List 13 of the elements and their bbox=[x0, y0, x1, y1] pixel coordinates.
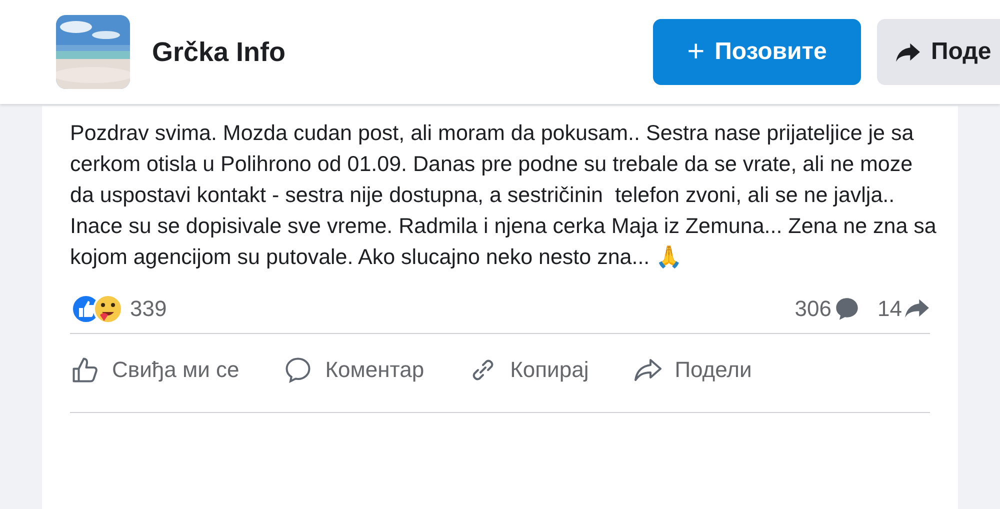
like-icon bbox=[70, 355, 100, 385]
reaction-count: 339 bbox=[130, 296, 167, 322]
invite-button[interactable]: + Позовите bbox=[653, 19, 861, 85]
post-text: Pozdrav svima. Mozda cudan post, ali moram da pokusam.. Sestra nase prijateljice je sa cerkom otisla u Polihrono od 01.09. Danas pre podne su trebale da se vrate, ali ne moze da uspostavi kontakt - sestra nije dostupna, a sestričinin telefon zvoni, ali se ne javlja.. Inace su se dopisivale sve vreme. Radmila i njena cerka Maja iz Zemuna... Zena ne zna sa kojom agencijom su putovale. Ako slucajno neko nesto zna... 🙏 bbox=[70, 120, 938, 271]
share-count: 14 bbox=[878, 296, 902, 322]
comment-button[interactable]: Коментар bbox=[283, 355, 424, 385]
like-button[interactable]: Свиђа ми се bbox=[70, 355, 240, 385]
share-button[interactable]: Поде bbox=[877, 19, 1000, 85]
comment-icon bbox=[834, 296, 860, 322]
comment-count: 306 bbox=[794, 296, 832, 322]
page-title: Grčka Info bbox=[152, 36, 286, 68]
share-button[interactable]: Подели bbox=[632, 355, 752, 385]
copy-button[interactable]: Копирај bbox=[468, 355, 589, 385]
